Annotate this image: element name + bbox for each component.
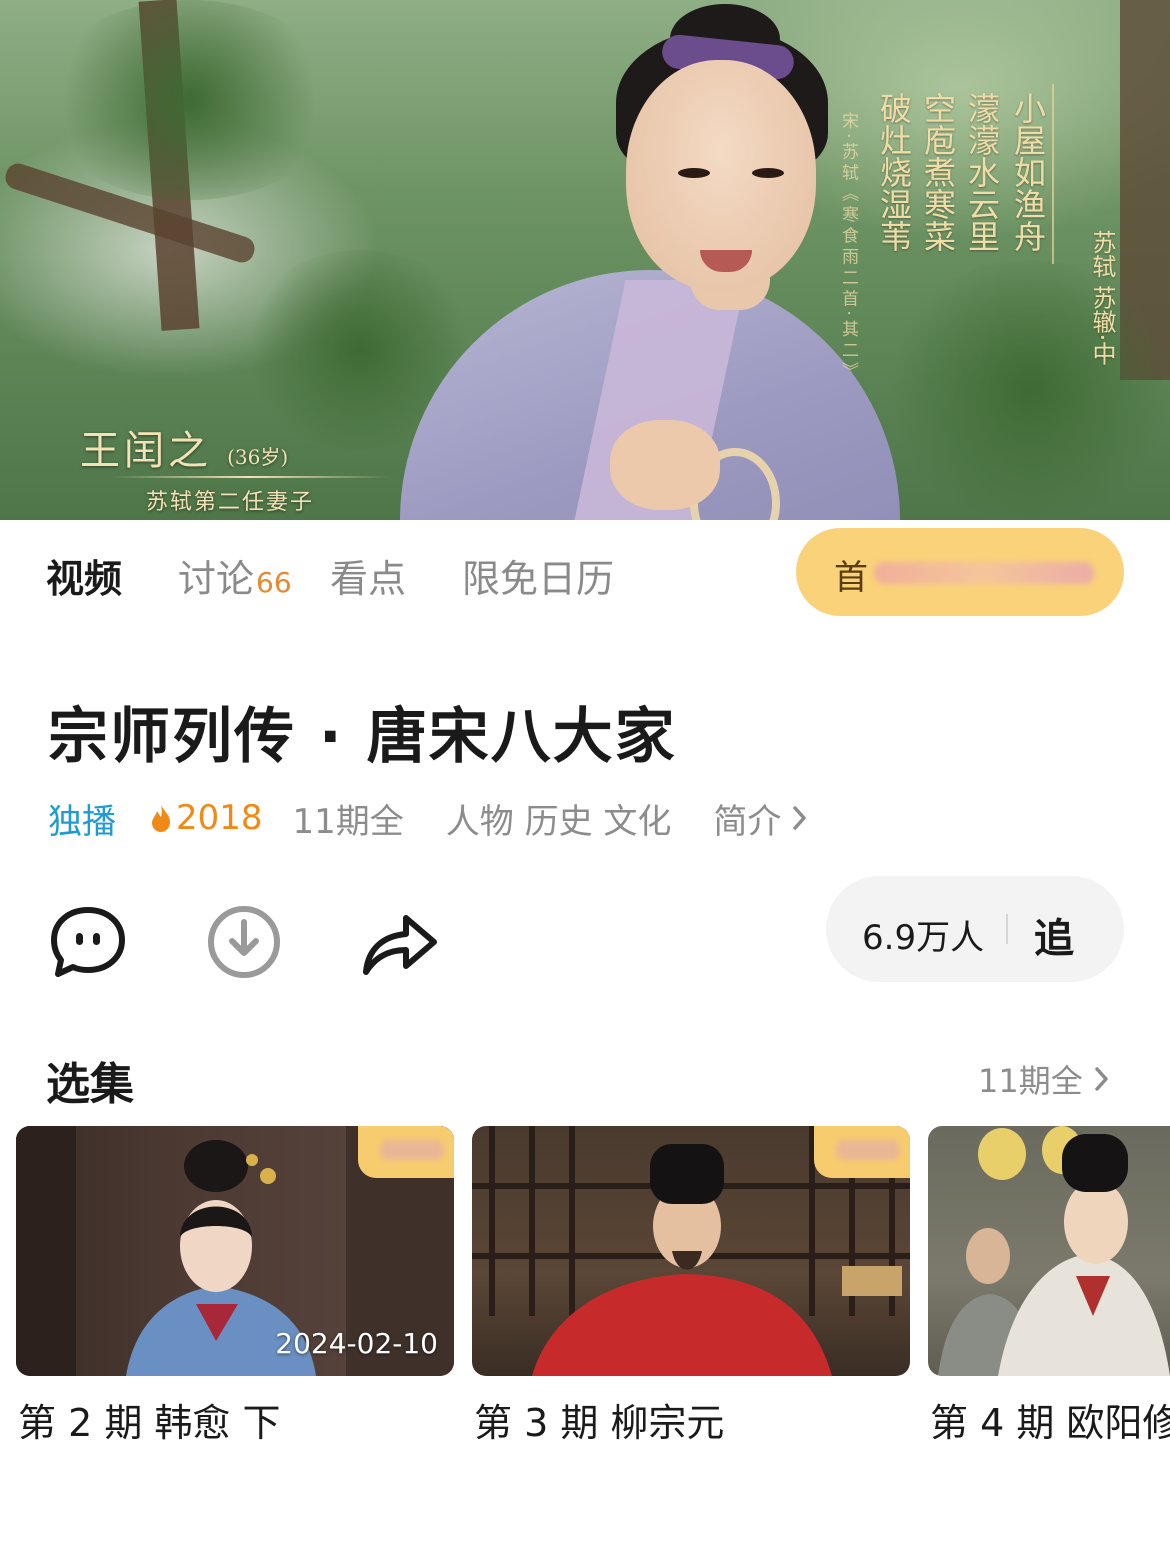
vip-badge: [358, 1126, 454, 1178]
character-caption: 王闰之 (36岁) 苏轼第二任妻子: [80, 418, 390, 515]
follow-button[interactable]: 6.9万人 追: [826, 876, 1124, 982]
share-icon[interactable]: [360, 902, 440, 982]
badge-blurred-text: [380, 1140, 444, 1160]
divider: [1006, 914, 1008, 944]
character-age: (36岁): [227, 445, 289, 469]
video-player[interactable]: 小屋如渔舟 濛濛水云里 空庖煮寒菜 破灶烧湿苇 宋·苏轼《寒食雨二首·其二》 苏…: [0, 0, 1170, 520]
poem-column: 空庖煮寒菜: [919, 92, 957, 252]
episode-card[interactable]: [928, 1126, 1170, 1376]
chevron-right-icon: [793, 806, 807, 830]
poem-authors: 苏轼 苏辙·中: [1088, 230, 1116, 366]
episode-count: 11期全: [292, 801, 404, 842]
episode-thumbnail: [938, 1126, 1170, 1376]
exclusive-badge: 独播: [48, 801, 116, 842]
foliage: [880, 260, 1170, 520]
episode-card[interactable]: [472, 1126, 910, 1376]
flame-icon: [152, 804, 170, 832]
episode-title[interactable]: 第 2 期 韩愈 下: [18, 1392, 281, 1447]
discuss-count-badge: 66: [256, 566, 292, 599]
character-role: 苏轼第二任妻子: [146, 490, 315, 515]
character-name: 王闰之: [80, 428, 212, 474]
tab-discuss-label: 讨论: [178, 557, 255, 601]
eye: [678, 168, 710, 178]
poem-column: 濛濛水云里: [963, 92, 1001, 252]
intro-link[interactable]: 简介: [713, 794, 809, 843]
vip-badge: [814, 1126, 910, 1178]
poem-column: 小屋如渔舟: [1009, 92, 1047, 252]
badge-blurred-text: [836, 1140, 900, 1160]
show-title: 宗师列传 · 唐宋八大家: [48, 702, 677, 772]
download-icon[interactable]: [204, 902, 284, 982]
poem-source: 宋·苏轼《寒食雨二首·其二》: [838, 112, 858, 383]
tab-video[interactable]: 视频: [46, 548, 122, 603]
tab-discuss[interactable]: 讨论66: [178, 548, 292, 603]
all-episodes-link[interactable]: 11期全: [978, 1056, 1111, 1102]
hand: [610, 420, 720, 510]
show-meta: 独播 2018 11期全 人物 历史 文化 简介: [48, 794, 809, 843]
intro-label: 简介: [713, 801, 782, 842]
tab-highlights[interactable]: 看点: [330, 548, 406, 603]
episode-card[interactable]: 2024-02-10: [16, 1126, 454, 1376]
promo-blurred-text: [874, 562, 1094, 584]
promo-button[interactable]: 首: [796, 528, 1124, 616]
all-episodes-label: 11期全: [978, 1062, 1083, 1100]
promo-text: 首: [834, 558, 868, 598]
comment-icon[interactable]: [48, 902, 128, 982]
genre-tags: 人物 历史 文化: [445, 801, 672, 842]
tab-free-calendar[interactable]: 限免日历: [462, 548, 614, 603]
eye: [752, 168, 784, 178]
episodes-section-title: 选集: [46, 1059, 134, 1110]
follower-count: 6.9万人: [862, 918, 985, 958]
detail-tabs: 视频 讨论66 看点 限免日历 首: [0, 520, 1170, 630]
episode-title[interactable]: 第 4 期 欧阳修: [930, 1392, 1170, 1447]
follow-label: 追: [1034, 916, 1074, 962]
foliage: [40, 0, 340, 200]
caption-divider: [110, 476, 390, 478]
poem-column: 破灶烧湿苇: [875, 92, 913, 252]
heat-value: 2018: [176, 798, 263, 838]
chevron-right-icon: [1094, 1067, 1108, 1091]
episode-title[interactable]: 第 3 期 柳宗元: [474, 1392, 724, 1447]
episode-date: 2024-02-10: [275, 1327, 438, 1360]
heat-score: 2018: [150, 798, 263, 838]
